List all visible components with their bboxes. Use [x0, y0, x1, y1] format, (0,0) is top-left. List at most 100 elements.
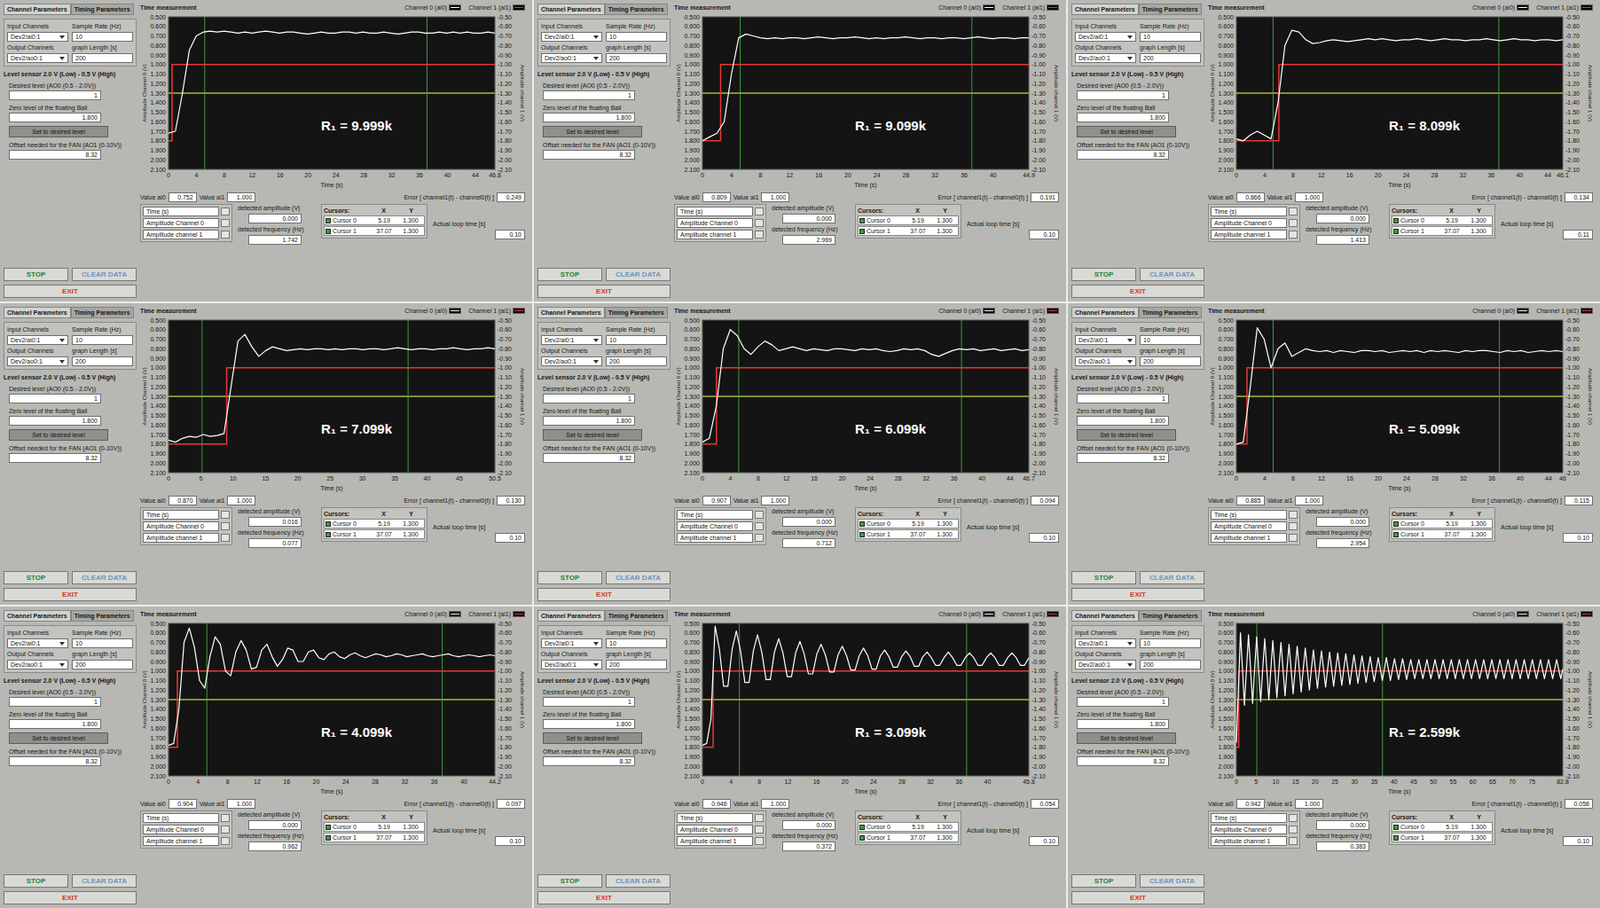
plot-legend-field[interactable]: Time (s) — [142, 509, 220, 520]
output-channels-field[interactable]: Dev2/ao0:1 — [7, 53, 69, 63]
panel-button[interactable]: CLEAR DATA — [605, 267, 671, 282]
cursor[interactable] — [1236, 623, 1563, 777]
cursor-row[interactable]: Cursor 137.071.300 — [323, 832, 425, 843]
plot-legend-row[interactable]: Amplitude channel 1 — [676, 836, 764, 847]
cursor-row[interactable]: Cursor 05.191.300 — [1391, 518, 1493, 529]
parameter-tab[interactable]: Channel Parameters — [3, 610, 71, 622]
parameter-tab[interactable]: Timing Parameters — [70, 610, 134, 622]
parameter-tab[interactable]: Channel Parameters — [537, 3, 605, 16]
value-ai1-field[interactable]: 1.000 — [227, 799, 256, 809]
plot-legend-row[interactable]: Amplitude Channel 0 — [142, 521, 230, 532]
plot-legend-row[interactable]: Time (s) — [1210, 509, 1298, 520]
graph-length-field[interactable]: 200 — [1139, 53, 1201, 63]
parameter-tab[interactable]: Timing Parameters — [604, 306, 668, 319]
error-field[interactable]: 0.058 — [1564, 799, 1593, 809]
set-desired-level-button[interactable]: Set to desired level — [8, 429, 109, 441]
cursor-row[interactable]: Cursor 05.191.300 — [857, 518, 959, 529]
frequency-field[interactable]: 0.712 — [782, 538, 836, 549]
exit-button[interactable]: EXIT — [3, 588, 137, 602]
plot-legend-field[interactable]: Amplitude channel 1 — [1210, 533, 1287, 543]
cursor[interactable] — [702, 320, 1029, 473]
parameter-tab[interactable]: Timing Parameters — [70, 306, 134, 319]
input-channels-field[interactable]: Dev2/ai0:1 — [7, 335, 69, 346]
plot-legend-field[interactable]: Amplitude Channel 0 — [142, 521, 220, 532]
plot-legend-row[interactable]: Amplitude Channel 0 — [1210, 824, 1298, 835]
cursor[interactable] — [1236, 320, 1563, 473]
cursor[interactable] — [702, 623, 1029, 777]
numeric-field[interactable]: 8.32 — [8, 756, 102, 767]
output-channels-field[interactable]: Dev2/ao0:1 — [7, 659, 69, 670]
exit-button[interactable]: EXIT — [1071, 284, 1205, 299]
amplitude-field[interactable]: 0.000 — [248, 820, 302, 831]
numeric-field[interactable]: 1 — [8, 90, 102, 101]
amplitude-field[interactable]: 0.000 — [782, 517, 836, 527]
cursor-row[interactable]: Cursor 05.191.300 — [323, 518, 425, 529]
amplitude-field[interactable]: 0.000 — [1316, 213, 1370, 224]
input-channels-field[interactable]: Dev2/ai0:1 — [541, 31, 603, 42]
exit-button[interactable]: EXIT — [537, 891, 671, 905]
value-ai0-field[interactable]: 0.904 — [168, 799, 197, 809]
cursor-row[interactable]: Cursor 137.071.300 — [857, 226, 959, 236]
plot-legend-field[interactable]: Time (s) — [676, 813, 753, 824]
value-ai0-field[interactable]: 0.885 — [1236, 495, 1265, 506]
numeric-field[interactable]: 1 — [1076, 393, 1169, 404]
loop-time-field[interactable]: 0.10 — [494, 229, 526, 240]
cursor-row[interactable]: Cursor 05.191.300 — [1391, 822, 1493, 832]
parameter-tab[interactable]: Channel Parameters — [1071, 610, 1139, 622]
exit-button[interactable]: EXIT — [1071, 588, 1205, 602]
graph-length-field[interactable]: 200 — [605, 356, 667, 367]
numeric-field[interactable]: 1 — [8, 697, 102, 707]
loop-time-field[interactable]: 0.10 — [1028, 229, 1059, 240]
set-desired-level-button[interactable]: Set to desired level — [8, 732, 109, 745]
numeric-field[interactable]: 1.800 — [1076, 719, 1169, 730]
frequency-field[interactable]: 0.962 — [248, 841, 302, 852]
cursor[interactable] — [702, 16, 1029, 170]
panel-button[interactable]: CLEAR DATA — [1139, 874, 1205, 888]
panel-button[interactable]: CLEAR DATA — [605, 874, 671, 888]
exit-button[interactable]: EXIT — [1071, 891, 1205, 905]
parameter-tab[interactable]: Channel Parameters — [3, 306, 71, 319]
plot-legend-row[interactable]: Amplitude Channel 0 — [676, 824, 764, 835]
error-field[interactable]: 0.191 — [1030, 192, 1059, 203]
plot-legend-field[interactable]: Time (s) — [676, 509, 753, 520]
sample-rate-field[interactable]: 10 — [71, 31, 134, 42]
cursor[interactable] — [168, 320, 495, 473]
output-channels-field[interactable]: Dev2/ao0:1 — [541, 356, 603, 367]
plot-legend-row[interactable]: Amplitude Channel 0 — [1210, 521, 1298, 532]
numeric-field[interactable]: 1.800 — [8, 719, 102, 730]
plot-legend-field[interactable]: Time (s) — [142, 813, 220, 824]
plot-legend-row[interactable]: Time (s) — [676, 206, 764, 217]
plot-legend-field[interactable]: Amplitude channel 1 — [676, 533, 753, 543]
output-channels-field[interactable]: Dev2/ao0:1 — [1074, 53, 1137, 63]
numeric-field[interactable]: 8.32 — [542, 453, 636, 463]
parameter-tab[interactable]: Channel Parameters — [3, 3, 71, 16]
loop-time-field[interactable]: 0.10 — [1562, 836, 1593, 847]
set-desired-level-button[interactable]: Set to desired level — [1076, 732, 1177, 745]
set-desired-level-button[interactable]: Set to desired level — [1076, 429, 1177, 441]
plot-legend-row[interactable]: Time (s) — [676, 813, 764, 824]
cursor[interactable] — [168, 16, 495, 170]
output-channels-field[interactable]: Dev2/ao0:1 — [541, 659, 603, 670]
numeric-field[interactable]: 8.32 — [8, 149, 102, 160]
cursor[interactable] — [1236, 16, 1563, 170]
loop-time-field[interactable]: 0.11 — [1562, 229, 1593, 240]
plot-legend-row[interactable]: Time (s) — [142, 206, 230, 217]
cursor[interactable] — [702, 16, 1029, 170]
exit-button[interactable]: EXIT — [537, 588, 671, 602]
plot-legend-field[interactable]: Amplitude channel 1 — [142, 229, 220, 240]
panel-button[interactable]: CLEAR DATA — [71, 571, 137, 585]
frequency-field[interactable]: 0.383 — [1316, 841, 1370, 852]
panel-button[interactable]: STOP — [537, 267, 603, 282]
plot-legend-field[interactable]: Amplitude channel 1 — [142, 836, 220, 847]
frequency-field[interactable]: 2.954 — [1316, 538, 1370, 549]
input-channels-field[interactable]: Dev2/ai0:1 — [7, 31, 69, 42]
error-field[interactable]: 0.097 — [496, 799, 526, 809]
graph-length-field[interactable]: 200 — [1139, 356, 1201, 367]
graph-length-field[interactable]: 200 — [71, 659, 134, 670]
graph-length-field[interactable]: 200 — [605, 659, 667, 670]
cursor[interactable] — [168, 623, 495, 777]
input-channels-field[interactable]: Dev2/ai0:1 — [1074, 31, 1137, 42]
numeric-field[interactable]: 1.800 — [542, 719, 636, 730]
numeric-field[interactable]: 1.800 — [1076, 415, 1169, 426]
panel-button[interactable]: STOP — [1071, 267, 1137, 282]
